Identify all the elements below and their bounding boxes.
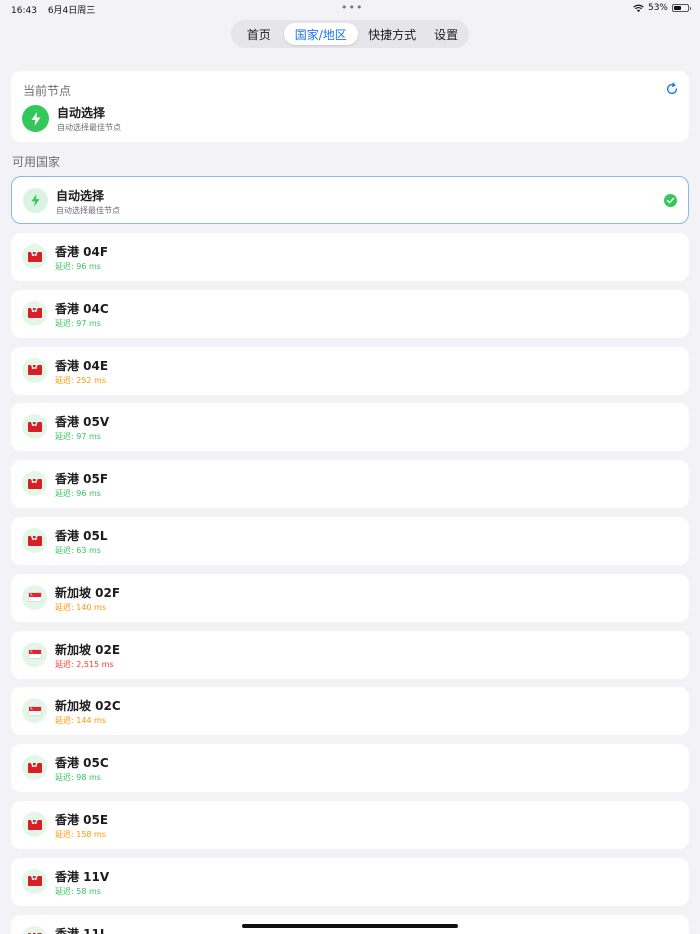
tab-home[interactable]: 首页 [234, 23, 284, 45]
node-latency: 延迟: 158 ms [55, 830, 107, 839]
node-latency: 延迟: 98 ms [55, 773, 101, 783]
node-name: 新加坡 02C [55, 699, 121, 714]
hong-kong-flag-icon [22, 868, 47, 894]
node-name: 香港 11L [55, 926, 108, 934]
list-item-node[interactable]: 香港 04E 延迟: 252 ms [11, 346, 689, 395]
node-latency: 延迟: 144 ms [55, 716, 107, 726]
node-name: 香港 05V [55, 415, 110, 430]
tab-shortcuts[interactable]: 快捷方式 [358, 23, 426, 45]
tab-bar: 首页 国家/地区 快捷方式 设置 [231, 20, 469, 48]
list-item-node[interactable]: 新加坡 02F 延迟: 140 ms [11, 573, 689, 622]
node-name: 香港 04F [55, 245, 109, 259]
hong-kong-flag-icon [22, 300, 47, 326]
hong-kong-flag-icon [22, 357, 47, 383]
hong-kong-flag-icon [22, 528, 47, 553]
node-latency: 延迟: 140 ms [55, 602, 107, 612]
hong-kong-flag-icon [22, 471, 47, 497]
current-node-name: 自动选择 [57, 106, 106, 120]
list-item-node[interactable]: 新加坡 02E 延迟: 2,515 ms [11, 630, 689, 679]
hong-kong-flag-icon [22, 812, 47, 837]
node-latency: 延迟: 97 ms [55, 318, 101, 328]
singapore-flag-icon [22, 698, 47, 724]
node-name: 香港 04C [55, 301, 109, 316]
node-name: 自动选择 [56, 189, 105, 203]
node-latency: 延迟: 63 ms [55, 546, 101, 555]
home-indicator[interactable] [242, 924, 458, 928]
list-item-node[interactable]: 香港 04F 延迟: 96 ms [11, 233, 689, 281]
lightning-icon [22, 105, 49, 132]
node-name: 新加坡 02F [55, 585, 121, 600]
battery-icon [672, 4, 691, 12]
status-date: 6月4日周三 [47, 6, 96, 16]
node-name: 香港 05L [55, 529, 108, 543]
lightning-icon [23, 188, 48, 213]
battery-percent: 53% [647, 3, 668, 13]
multitasking-dots-icon[interactable]: ••• [341, 1, 363, 14]
current-node-card: 当前节点 自动选择 自动选择最佳节点 [11, 71, 689, 142]
tab-settings[interactable]: 设置 [426, 23, 466, 45]
node-subtitle: 自动选择最佳节点 [56, 206, 120, 215]
checkmark-icon [664, 194, 677, 207]
list-item-node[interactable]: 香港 11V 延迟: 58 ms [11, 857, 689, 906]
current-node-subtitle: 自动选择最佳节点 [57, 123, 121, 132]
hong-kong-flag-icon [22, 244, 47, 269]
node-name: 香港 04E [55, 358, 109, 373]
node-name: 香港 05F [55, 472, 109, 487]
list-item-node[interactable]: 新加坡 02C 延迟: 144 ms [11, 687, 689, 736]
status-bar: 16:43 6月4日周三 ••• 53% [0, 0, 700, 18]
list-item-node[interactable]: 香港 05F 延迟: 96 ms [11, 460, 689, 509]
status-time: 16:43 [11, 6, 37, 16]
list-item-node[interactable]: 香港 05C 延迟: 98 ms [11, 744, 689, 793]
hong-kong-flag-icon [22, 755, 47, 781]
hong-kong-flag-icon [22, 414, 47, 440]
node-name: 香港 05C [55, 756, 109, 771]
list-item-node[interactable]: 香港 05E 延迟: 158 ms [11, 801, 689, 849]
list-item-node[interactable]: 香港 04C 延迟: 97 ms [11, 289, 689, 338]
singapore-flag-icon [22, 584, 47, 610]
tab-countries[interactable]: 国家/地区 [283, 23, 358, 45]
list-item-node[interactable]: 香港 05V 延迟: 97 ms [11, 403, 689, 452]
singapore-flag-icon [22, 641, 47, 667]
node-name: 香港 05E [55, 813, 109, 827]
node-latency: 延迟: 2,515 ms [55, 659, 114, 669]
current-node-title: 当前节点 [23, 84, 72, 98]
node-name: 新加坡 02E [55, 642, 121, 657]
node-name: 香港 11V [55, 869, 110, 884]
hong-kong-flag-icon [22, 925, 47, 934]
node-latency: 延迟: 96 ms [55, 489, 101, 499]
available-countries-label: 可用国家 [12, 155, 61, 169]
list-item-auto-select[interactable]: 自动选择 自动选择最佳节点 [11, 176, 689, 224]
refresh-icon[interactable] [665, 82, 679, 96]
list-item-node[interactable]: 香港 05L 延迟: 63 ms [11, 517, 689, 565]
node-latency: 延迟: 97 ms [55, 432, 101, 442]
node-latency: 延迟: 252 ms [55, 375, 107, 385]
node-latency: 延迟: 96 ms [55, 262, 101, 271]
wifi-icon [633, 4, 644, 12]
node-latency: 延迟: 58 ms [55, 886, 101, 896]
